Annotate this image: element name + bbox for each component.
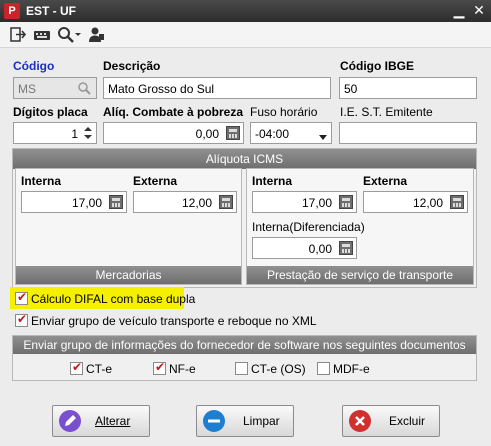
transp-diferenciada-field[interactable]: 0,00: [252, 237, 357, 259]
calculator-icon[interactable]: [339, 195, 353, 209]
cte-checkbox[interactable]: [70, 360, 83, 375]
digitos-placa-label: Dígitos placa: [13, 105, 88, 119]
software-group-title: Enviar grupo de informações do fornecedo…: [13, 336, 476, 354]
keyboard-icon[interactable]: [32, 25, 52, 45]
merc-interna-value: 17,00: [71, 196, 102, 210]
aliquota-icms-title: Alíquota ICMS: [13, 149, 476, 169]
excluir-label: Excluir: [389, 414, 426, 428]
veiculo-label: Enviar grupo de veículo transporte e reb…: [31, 314, 317, 328]
codigo-field[interactable]: MS: [13, 77, 97, 99]
transp-interna-value: 17,00: [301, 196, 332, 210]
nfe-checkbox[interactable]: [153, 360, 166, 375]
toolbar: [0, 22, 491, 48]
merc-externa-label: Externa: [133, 174, 178, 188]
descricao-label: Descrição: [103, 59, 161, 73]
cte-label: CT-e: [86, 362, 113, 376]
ie-st-label: I.E. S.T. Emitente: [340, 105, 433, 119]
aliq-pobreza-field[interactable]: 0,00: [103, 122, 244, 144]
veiculo-checkbox[interactable]: [15, 312, 28, 327]
minus-icon: [203, 410, 225, 432]
digitos-placa-value: 1: [71, 127, 78, 141]
codigo-ibge-value: 50: [344, 82, 358, 96]
fuso-horario-label: Fuso horário: [250, 105, 318, 119]
limpar-button[interactable]: Limpar: [196, 405, 294, 437]
calculator-icon[interactable]: [450, 195, 464, 209]
fuso-horario-value: -04:00: [255, 127, 290, 141]
spin-arrows-icon[interactable]: [82, 124, 94, 142]
chevron-down-icon: [319, 130, 327, 144]
codigo-label: Código: [13, 59, 55, 73]
alterar-button[interactable]: Alterar: [52, 405, 150, 437]
mercadorias-footer: Mercadorias: [16, 266, 241, 284]
nfe-label: NF-e: [169, 362, 196, 376]
mdfe-checkbox[interactable]: [317, 362, 330, 375]
transp-externa-label: Externa: [363, 174, 408, 188]
transp-externa-value: 12,00: [412, 196, 443, 210]
descricao-field[interactable]: Mato Grosso do Sul: [103, 77, 331, 99]
pencil-icon: [59, 410, 81, 432]
digitos-placa-stepper[interactable]: 1: [13, 122, 97, 144]
fuso-horario-select[interactable]: -04:00: [250, 122, 332, 144]
limpar-label: Limpar: [243, 414, 280, 428]
transp-interna-field[interactable]: 17,00: [252, 191, 357, 213]
calculator-icon[interactable]: [219, 195, 233, 209]
transp-diferenciada-value: 0,00: [308, 242, 332, 256]
descricao-value: Mato Grosso do Sul: [108, 82, 215, 96]
merc-externa-field[interactable]: 12,00: [133, 191, 237, 213]
transp-interna-label: Interna: [252, 174, 293, 188]
excluir-button[interactable]: Excluir: [342, 405, 440, 437]
user-icon[interactable]: [86, 25, 106, 45]
close-button[interactable]: ✕: [471, 3, 487, 19]
exit-icon[interactable]: [8, 25, 28, 45]
delete-icon: [349, 410, 371, 432]
window-title: EST - UF: [26, 4, 76, 18]
codigo-ibge-label: Código IBGE: [340, 59, 414, 73]
aliq-pobreza-label: Alíq. Combate à pobreza: [103, 105, 244, 119]
transp-diferenciada-label: Interna(Diferenciada): [252, 220, 365, 234]
transporte-footer: Prestação de serviço de transporte: [247, 266, 473, 284]
title-bar: P EST - UF ▁ ✕: [0, 0, 491, 22]
alterar-label: Alterar: [95, 414, 131, 428]
calculator-icon[interactable]: [226, 126, 240, 140]
cte-os-label: CT-e (OS): [251, 362, 306, 376]
mdfe-label: MDF-e: [333, 362, 370, 376]
merc-interna-field[interactable]: 17,00: [21, 191, 127, 213]
codigo-ibge-field[interactable]: 50: [339, 77, 477, 99]
codigo-value: MS: [18, 82, 36, 96]
app-logo-icon: P: [4, 3, 20, 19]
calculator-icon[interactable]: [109, 195, 123, 209]
difal-label: Cálculo DIFAL com base dupla: [31, 292, 196, 306]
difal-checkbox[interactable]: [15, 290, 28, 305]
search-icon[interactable]: [56, 25, 82, 45]
transp-externa-field[interactable]: 12,00: [363, 191, 468, 213]
minimize-button[interactable]: ▁: [451, 3, 467, 19]
merc-interna-label: Interna: [21, 174, 62, 188]
ie-st-field[interactable]: [339, 122, 477, 144]
search-icon[interactable]: [77, 81, 93, 98]
calculator-icon[interactable]: [339, 241, 353, 255]
aliq-pobreza-value: 0,00: [195, 127, 219, 141]
cte-os-checkbox[interactable]: [235, 362, 248, 375]
merc-externa-value: 12,00: [181, 196, 212, 210]
